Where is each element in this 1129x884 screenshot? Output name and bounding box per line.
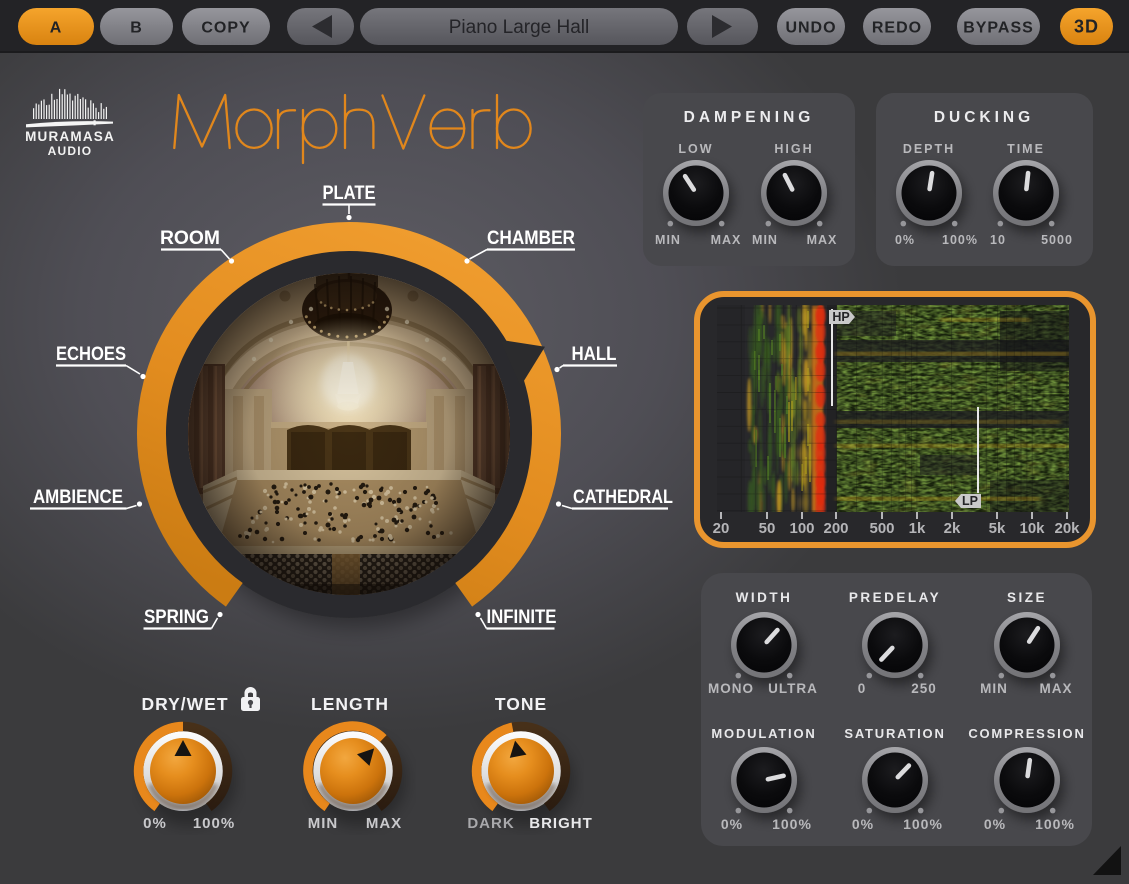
svg-text:5k: 5k — [989, 520, 1006, 537]
svg-text:TONE: TONE — [495, 694, 547, 714]
svg-text:100: 100 — [789, 520, 814, 537]
svg-text:MODULATION: MODULATION — [711, 726, 816, 741]
svg-text:DRY/WET: DRY/WET — [141, 694, 228, 714]
svg-text:SATURATION: SATURATION — [844, 726, 945, 741]
svg-text:HALL: HALL — [572, 343, 617, 365]
svg-text:HP: HP — [832, 310, 849, 324]
svg-text:CATHEDRAL: CATHEDRAL — [573, 486, 673, 508]
svg-text:500: 500 — [869, 520, 894, 537]
svg-text:100%: 100% — [772, 816, 812, 832]
svg-text:LENGTH: LENGTH — [311, 694, 389, 714]
svg-text:100%: 100% — [1035, 816, 1075, 832]
svg-text:ROOM: ROOM — [160, 227, 220, 249]
svg-text:PREDELAY: PREDELAY — [849, 590, 941, 605]
svg-text:COPY: COPY — [201, 20, 250, 37]
svg-text:WIDTH: WIDTH — [736, 590, 793, 605]
svg-text:MIN: MIN — [655, 233, 681, 247]
svg-text:1k: 1k — [909, 520, 926, 537]
svg-text:10: 10 — [990, 233, 1006, 247]
svg-text:100%: 100% — [903, 816, 943, 832]
svg-text:MURAMASA: MURAMASA — [25, 129, 115, 144]
svg-text:ULTRA: ULTRA — [768, 681, 818, 696]
svg-text:AUDIO: AUDIO — [48, 144, 93, 158]
svg-text:BRIGHT: BRIGHT — [529, 815, 593, 832]
svg-text:5000: 5000 — [1041, 233, 1073, 247]
svg-text:REDO: REDO — [872, 20, 922, 37]
svg-text:DAMPENING: DAMPENING — [684, 109, 815, 126]
svg-text:ECHOES: ECHOES — [56, 343, 126, 365]
svg-text:MIN: MIN — [752, 233, 778, 247]
svg-text:0%: 0% — [852, 816, 874, 832]
svg-text:MAX: MAX — [711, 233, 742, 247]
svg-text:A: A — [50, 20, 63, 37]
svg-text:UNDO: UNDO — [785, 20, 836, 37]
svg-text:20k: 20k — [1054, 520, 1080, 537]
svg-text:SPRING: SPRING — [144, 606, 209, 628]
svg-text:AMBIENCE: AMBIENCE — [33, 486, 123, 508]
svg-text:HIGH: HIGH — [774, 142, 813, 156]
svg-text:LOW: LOW — [678, 142, 713, 156]
svg-text:2k: 2k — [944, 520, 961, 537]
svg-text:B: B — [130, 20, 143, 37]
svg-text:PLATE: PLATE — [323, 182, 376, 204]
svg-text:10k: 10k — [1019, 520, 1045, 537]
svg-text:SIZE: SIZE — [1007, 590, 1047, 605]
svg-text:DEPTH: DEPTH — [903, 142, 955, 156]
svg-text:0%: 0% — [984, 816, 1006, 832]
svg-text:MIN: MIN — [980, 681, 1008, 696]
svg-text:100%: 100% — [193, 815, 235, 832]
svg-text:DARK: DARK — [467, 815, 514, 832]
svg-text:100%: 100% — [942, 233, 978, 247]
svg-text:Piano Large Hall: Piano Large Hall — [449, 17, 589, 38]
svg-text:20: 20 — [713, 520, 730, 537]
svg-text:0%: 0% — [143, 815, 167, 832]
svg-text:INFINITE: INFINITE — [487, 606, 557, 628]
svg-text:MAX: MAX — [807, 233, 838, 247]
svg-text:MAX: MAX — [366, 815, 402, 832]
svg-text:MIN: MIN — [308, 815, 339, 832]
svg-text:0%: 0% — [721, 816, 743, 832]
svg-text:MAX: MAX — [1040, 681, 1073, 696]
svg-text:250: 250 — [911, 681, 937, 696]
svg-text:COMPRESSION: COMPRESSION — [968, 726, 1085, 741]
svg-text:BYPASS: BYPASS — [963, 20, 1034, 37]
svg-text:0%: 0% — [895, 233, 915, 247]
svg-text:200: 200 — [823, 520, 848, 537]
svg-text:50: 50 — [759, 520, 776, 537]
svg-text:0: 0 — [858, 681, 867, 696]
svg-text:LP: LP — [962, 494, 978, 508]
svg-text:TIME: TIME — [1007, 142, 1045, 156]
svg-text:CHAMBER: CHAMBER — [487, 227, 575, 249]
svg-text:MONO: MONO — [708, 681, 754, 696]
svg-text:3D: 3D — [1074, 17, 1099, 37]
svg-text:DUCKING: DUCKING — [934, 109, 1034, 126]
